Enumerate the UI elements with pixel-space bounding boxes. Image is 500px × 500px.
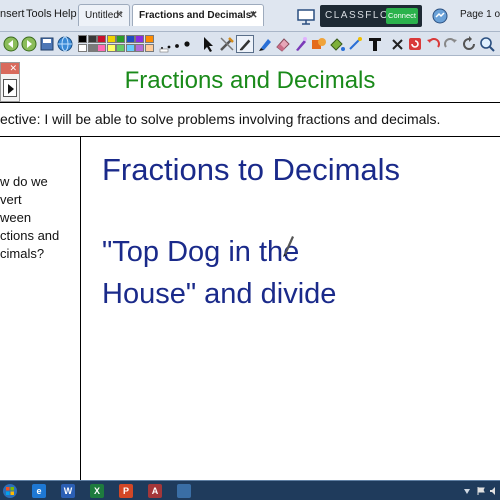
lesson-heading: Fractions to Decimals <box>102 152 401 187</box>
objective-text: ective: I will be able to solve problems… <box>0 111 441 127</box>
question-line: ctions and <box>0 228 60 243</box>
tab-fractions-and-decimals[interactable]: Fractions and Decimals* ✕ <box>132 4 264 26</box>
cloud-icon[interactable] <box>430 6 450 26</box>
color-swatch[interactable] <box>116 44 125 52</box>
start-icon[interactable] <box>2 483 18 499</box>
save-icon[interactable] <box>38 35 56 53</box>
color-swatch[interactable] <box>135 44 144 52</box>
color-swatch[interactable] <box>116 35 125 43</box>
notification-icon[interactable] <box>462 486 472 496</box>
highlighter-icon[interactable] <box>256 35 274 53</box>
color-swatch[interactable] <box>78 35 87 43</box>
powerpoint-icon[interactable]: P <box>119 484 133 498</box>
page-indicator: Page 1 of 1 <box>460 9 500 20</box>
color-swatch[interactable] <box>87 35 97 43</box>
main-toolbar <box>0 32 500 56</box>
color-swatch[interactable] <box>97 44 106 52</box>
page-title: Fractions and Decimals <box>124 67 376 94</box>
clear-icon[interactable] <box>388 35 406 53</box>
menu-insert[interactable]: nsert <box>0 4 24 24</box>
question-line: vert <box>0 192 22 207</box>
color-palette <box>78 35 156 53</box>
tab-label: Fractions and Decimals* <box>139 10 256 21</box>
menu-help[interactable]: Help <box>54 4 77 24</box>
question-line: ween <box>0 210 32 225</box>
color-swatch[interactable] <box>106 44 116 52</box>
tab-untitled[interactable]: Untitled* ✕ <box>78 4 130 26</box>
color-swatch[interactable] <box>97 35 106 43</box>
volume-icon[interactable] <box>489 486 499 496</box>
undo-icon[interactable] <box>424 35 442 53</box>
flag-icon[interactable] <box>476 486 486 496</box>
eraser-icon[interactable] <box>274 35 292 53</box>
question-line: w do we <box>0 174 48 189</box>
divider <box>0 102 500 103</box>
redo-icon[interactable] <box>442 35 460 53</box>
refresh-icon[interactable] <box>460 35 478 53</box>
inspire-icon[interactable] <box>177 484 191 498</box>
color-swatch[interactable] <box>144 44 154 52</box>
zoom-icon[interactable] <box>478 35 496 53</box>
connect-button[interactable]: Connect <box>386 8 418 24</box>
menu-bar: nsert Tools Help Untitled* ✕ Fractions a… <box>0 0 500 32</box>
pen-icon[interactable] <box>236 35 254 53</box>
taskbar: eWXPA <box>0 480 500 500</box>
question-line: cimals? <box>0 246 45 261</box>
close-icon[interactable]: ✕ <box>114 10 125 21</box>
tools-icon[interactable] <box>218 35 236 53</box>
color-swatch[interactable] <box>106 35 116 43</box>
color-swatch[interactable] <box>144 35 154 43</box>
pen-width-icon[interactable] <box>158 35 198 53</box>
handwritten-line: "Top Dog in the <box>102 236 300 268</box>
column-divider <box>80 136 81 480</box>
select-arrow-icon[interactable] <box>200 35 218 53</box>
forward-icon[interactable] <box>20 35 38 53</box>
essential-question: w do we vert ween ctions and cimals? <box>0 173 78 263</box>
shape-icon[interactable] <box>310 35 328 53</box>
ie-icon[interactable]: e <box>32 484 46 498</box>
pen-cursor-icon <box>283 236 294 257</box>
menu-tools[interactable]: Tools <box>26 4 52 24</box>
excel-icon[interactable]: X <box>90 484 104 498</box>
color-swatch[interactable] <box>135 35 144 43</box>
divider <box>0 136 500 137</box>
access-icon[interactable]: A <box>148 484 162 498</box>
classflow-bar: CLASSFLOW Connect <box>320 5 422 27</box>
handwritten-line: House" and divide <box>102 278 337 310</box>
globe-icon[interactable] <box>56 35 74 53</box>
color-swatch[interactable] <box>125 35 135 43</box>
connector-icon[interactable] <box>346 35 364 53</box>
back-icon[interactable] <box>2 35 20 53</box>
app-window: nsert Tools Help Untitled* ✕ Fractions a… <box>0 0 500 500</box>
text-icon[interactable] <box>366 35 384 53</box>
color-swatch[interactable] <box>78 44 87 52</box>
color-swatch[interactable] <box>87 44 97 52</box>
magic-ink-icon[interactable] <box>292 35 310 53</box>
close-icon[interactable]: ✕ <box>248 10 259 21</box>
whiteboard-icon[interactable] <box>296 6 316 26</box>
color-swatch[interactable] <box>125 44 135 52</box>
fill-icon[interactable] <box>328 35 346 53</box>
reset-icon[interactable] <box>406 35 424 53</box>
word-icon[interactable]: W <box>61 484 75 498</box>
